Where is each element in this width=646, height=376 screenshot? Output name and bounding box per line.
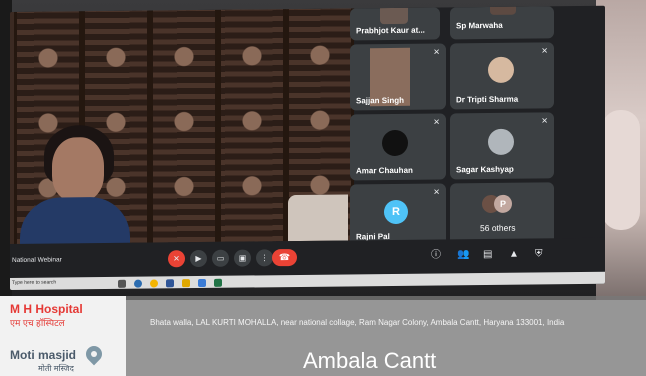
mic-off-icon: ✕	[433, 117, 440, 127]
taskview-icon[interactable]	[118, 279, 126, 288]
mosque-label: Moti masjid	[10, 348, 77, 362]
taskbar-search[interactable]: Type here to search	[12, 280, 56, 286]
participant-tile[interactable]: Sp Marwaha	[450, 6, 554, 40]
city-name: Ambala Cantt	[303, 348, 437, 373]
map-thumbnail: M H Hospital एम एच हॉस्पिटल Moti masjid …	[0, 296, 126, 376]
address-text: Bhata walla, LAL KURTI MOHALLA, near nat…	[150, 318, 565, 327]
couch-cushion	[602, 110, 640, 230]
participant-tile[interactable]: R ✕ Rajni Pal	[350, 183, 446, 247]
laptop-screen: Prabhjot Kaur at... Sp Marwaha ✕ Sajjan …	[10, 5, 605, 290]
participant-video	[490, 6, 516, 15]
carved-screen-panel	[218, 9, 286, 242]
mic-off-icon: ✕	[433, 187, 440, 197]
hospital-label-hindi: एम एच हॉस्पिटल	[10, 318, 65, 328]
hospital-label: M H Hospital	[10, 302, 83, 316]
shield-icon[interactable]: ⛨	[535, 248, 543, 260]
excel-icon[interactable]	[214, 278, 222, 287]
speaker-video	[10, 8, 354, 248]
edge-icon[interactable]	[134, 279, 142, 288]
participant-name: Dr Tripti Sharma	[456, 94, 519, 105]
participant-name: Sajjan Singh	[356, 95, 405, 106]
participant-initial-avatar: R	[384, 199, 408, 225]
participant-name: Sp Marwaha	[456, 20, 503, 31]
mic-off-icon: ✕	[433, 47, 440, 57]
hangup-icon[interactable]: ☎	[272, 248, 297, 267]
participant-tile[interactable]: Prabhjot Kaur at...	[350, 7, 440, 41]
carved-screen-panel	[150, 9, 218, 243]
meeting-title: National Webinar	[12, 256, 62, 264]
participant-name: Prabhjot Kaur at...	[356, 25, 425, 36]
participant-avatar	[488, 128, 514, 155]
participant-tile[interactable]: ✕ Sagar Kashyap	[450, 112, 554, 180]
chrome-icon[interactable]	[150, 279, 158, 288]
participant-tile[interactable]: ✕ Amar Chauhan	[350, 113, 446, 181]
info-icon[interactable]: ⓘ	[431, 249, 441, 261]
location-overlay: M H Hospital एम एच हॉस्पिटल Moti masjid …	[0, 296, 646, 376]
participant-tile[interactable]: ✕ Sajjan Singh	[350, 43, 446, 111]
wall-light	[288, 194, 348, 242]
speaker-body	[20, 196, 130, 248]
mosque-label-hindi: मोती मस्जिद	[38, 364, 74, 373]
app-icon[interactable]	[198, 278, 206, 288]
people-icon[interactable]: 👥	[457, 249, 469, 261]
captions-icon[interactable]: ▭	[212, 249, 229, 267]
camera-icon[interactable]: ▶	[190, 249, 207, 268]
more-vert-icon[interactable]: ⋮	[256, 249, 273, 267]
others-tile[interactable]: P 56 others	[450, 182, 554, 246]
mic-off-icon: ✕	[541, 116, 548, 126]
others-count: 56 others	[480, 222, 516, 234]
map-pin-icon	[82, 342, 106, 366]
participant-name: Sagar Kashyap	[456, 164, 514, 175]
participant-avatar	[488, 56, 514, 83]
participant-avatar	[382, 129, 408, 157]
participant-video	[380, 7, 408, 25]
mic-off-icon[interactable]: ✕	[168, 250, 185, 268]
folder-icon[interactable]	[182, 279, 190, 288]
participant-tile[interactable]: ✕ Dr Tripti Sharma	[450, 42, 554, 110]
activities-icon[interactable]: ▲	[509, 249, 519, 261]
participant-name: Amar Chauhan	[356, 165, 413, 176]
chat-icon[interactable]: ▤	[483, 249, 492, 261]
mic-off-icon: ✕	[541, 46, 548, 56]
participant-initial-avatar: P	[494, 194, 512, 213]
present-icon[interactable]: ▣	[234, 249, 251, 267]
word-icon[interactable]	[166, 279, 174, 288]
speaker-face	[52, 137, 104, 202]
